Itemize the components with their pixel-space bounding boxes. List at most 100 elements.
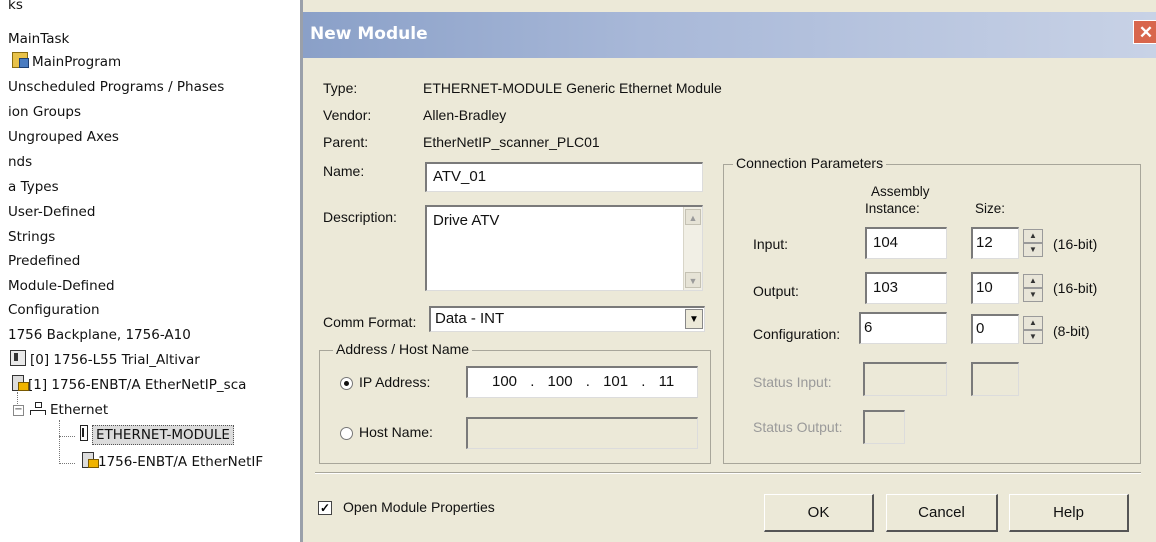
new-module-dialog: New Module ✕ Type: ETHERNET-MODULE Gener… — [303, 0, 1156, 542]
input-instance-field[interactable]: 104 — [865, 227, 947, 259]
tree-item-ethernet[interactable]: Ethernet — [30, 399, 108, 421]
tree-item-motion-groups[interactable]: ion Groups — [8, 101, 81, 123]
help-button[interactable]: Help — [1009, 494, 1129, 532]
close-icon: ✕ — [1138, 23, 1154, 42]
tree-item-enbt-local[interactable]: 1756-ENBT/A EtherNetIF — [82, 451, 263, 473]
tree-item-backplane[interactable]: 1756 Backplane, 1756-A10 — [8, 324, 191, 346]
tree-connector — [59, 436, 75, 437]
scroll-up-icon[interactable]: ▲ — [685, 209, 701, 225]
network-icon — [30, 402, 46, 416]
tree-item-label: 1756-ENBT/A EtherNetIF — [98, 454, 264, 470]
controller-icon — [10, 350, 26, 366]
status-output-instance-field[interactable] — [863, 410, 905, 444]
tree-item-label: MainProgram — [32, 54, 122, 70]
tree-item-controller[interactable]: [0] 1756-L55 Trial_Altivar — [10, 349, 200, 371]
description-value: Drive ATV — [433, 212, 500, 229]
tree-connector — [59, 463, 75, 464]
description-scrollbar[interactable]: ▲ ▼ — [683, 207, 702, 290]
tree-item-mainprogram[interactable]: MainProgram — [12, 51, 121, 73]
host-name-label: Host Name: — [359, 424, 433, 440]
spin-down-icon[interactable]: ▼ — [1023, 288, 1043, 302]
checkmark-icon: ✓ — [319, 501, 331, 515]
output-size-spinner[interactable]: ▲ ▼ — [1023, 274, 1043, 302]
tree-item-enbt-module[interactable]: [1] 1756-ENBT/A EtherNetIP_sca — [12, 374, 246, 396]
input-unit: (16-bit) — [1053, 236, 1098, 252]
tree-item-data-types[interactable]: a Types — [8, 176, 59, 198]
output-size-field[interactable]: 10 — [971, 272, 1019, 304]
description-label: Description: — [323, 209, 397, 225]
dialog-title: New Module — [310, 24, 428, 44]
chevron-down-icon[interactable]: ▼ — [685, 309, 703, 329]
tree-item-label: Predefined — [8, 253, 81, 269]
ip-address-radio[interactable] — [340, 377, 353, 390]
close-button[interactable]: ✕ — [1133, 20, 1156, 44]
configuration-instance-field[interactable]: 6 — [859, 312, 947, 344]
spin-down-icon[interactable]: ▼ — [1023, 330, 1043, 344]
configuration-size-spinner[interactable]: ▲ ▼ — [1023, 316, 1043, 344]
tree-item-trends[interactable]: nds — [8, 151, 32, 173]
dialog-titlebar[interactable]: New Module — [303, 12, 1156, 58]
tree-item-label: [0] 1756-L55 Trial_Altivar — [30, 352, 200, 368]
program-icon — [12, 52, 29, 68]
address-group-title: Address / Host Name — [333, 341, 473, 357]
tree-item-io-configuration[interactable]: Configuration — [8, 299, 100, 321]
ip-address-label: IP Address: — [359, 374, 431, 390]
tree-item-label: Unscheduled Programs / Phases — [8, 79, 225, 95]
tree-item[interactable]: ks — [8, 0, 23, 16]
tree-item-maintask[interactable]: MainTask — [8, 28, 69, 50]
tree-item-label: 1756 Backplane, 1756-A10 — [8, 327, 191, 343]
tree-item-label: Strings — [8, 229, 56, 245]
type-label: Type: — [323, 80, 358, 96]
spin-up-icon[interactable]: ▲ — [1023, 274, 1043, 288]
spin-up-icon[interactable]: ▲ — [1023, 316, 1043, 330]
tree-item-ungrouped-axes[interactable]: Ungrouped Axes — [8, 126, 119, 148]
configuration-size-field[interactable]: 0 — [971, 314, 1019, 344]
configuration-instance-value: 6 — [864, 319, 873, 336]
dialog-separator — [315, 472, 1141, 474]
tree-item-user-defined[interactable]: User-Defined — [8, 201, 95, 223]
name-label: Name: — [323, 163, 365, 179]
vendor-label: Vendor: — [323, 107, 372, 123]
host-name-radio[interactable] — [340, 427, 353, 440]
description-textarea[interactable]: Drive ATV ▲ ▼ — [425, 205, 703, 291]
status-input-size-field[interactable] — [971, 362, 1019, 396]
size-header: Size: — [975, 201, 1006, 216]
ip-octet-2: 100 — [547, 373, 573, 390]
ip-octet-1: 100 — [492, 373, 518, 390]
tree-item-unscheduled[interactable]: Unscheduled Programs / Phases — [8, 76, 224, 98]
tree-item-label: ks — [8, 0, 23, 13]
host-name-input[interactable] — [466, 417, 698, 449]
collapse-toggle[interactable]: − — [13, 405, 24, 416]
instance-header: Instance: — [865, 201, 920, 216]
comm-format-select[interactable]: Data - INT ▼ — [429, 306, 705, 332]
tree-item-module-defined[interactable]: Module-Defined — [8, 275, 115, 297]
output-instance-value: 103 — [873, 279, 899, 296]
status-input-instance-field[interactable] — [863, 362, 947, 396]
assembly-header: Assembly — [871, 184, 930, 199]
configuration-size-value: 0 — [976, 320, 985, 337]
ip-dot: . — [530, 373, 535, 390]
tree-item-ethernet-module[interactable]: ETHERNET-MODULE — [80, 424, 234, 446]
generic-module-icon — [80, 425, 88, 441]
open-module-properties-checkbox[interactable]: ✓ — [318, 501, 332, 515]
name-input[interactable]: ATV_01 — [425, 162, 703, 192]
parent-value: EtherNetIP_scanner_PLC01 — [423, 134, 600, 150]
vendor-value: Allen-Bradley — [423, 107, 507, 123]
ok-button[interactable]: OK — [764, 494, 874, 532]
open-module-properties-label: Open Module Properties — [343, 499, 495, 515]
scroll-down-icon[interactable]: ▼ — [685, 272, 701, 288]
tree-item-strings[interactable]: Strings — [8, 226, 55, 248]
ip-address-input[interactable]: 100 . 100 . 101 . 11 — [466, 366, 698, 398]
tree-item-label: a Types — [8, 179, 59, 195]
input-size-value: 12 — [976, 234, 993, 251]
spin-down-icon[interactable]: ▼ — [1023, 243, 1043, 257]
cancel-button[interactable]: Cancel — [886, 494, 998, 532]
input-size-field[interactable]: 12 — [971, 227, 1019, 259]
input-size-spinner[interactable]: ▲ ▼ — [1023, 229, 1043, 257]
output-instance-field[interactable]: 103 — [865, 272, 947, 304]
parent-label: Parent: — [323, 134, 369, 150]
cancel-button-label: Cancel — [918, 504, 965, 521]
tree-item-label: MainTask — [8, 31, 70, 47]
tree-item-predefined[interactable]: Predefined — [8, 250, 80, 272]
spin-up-icon[interactable]: ▲ — [1023, 229, 1043, 243]
